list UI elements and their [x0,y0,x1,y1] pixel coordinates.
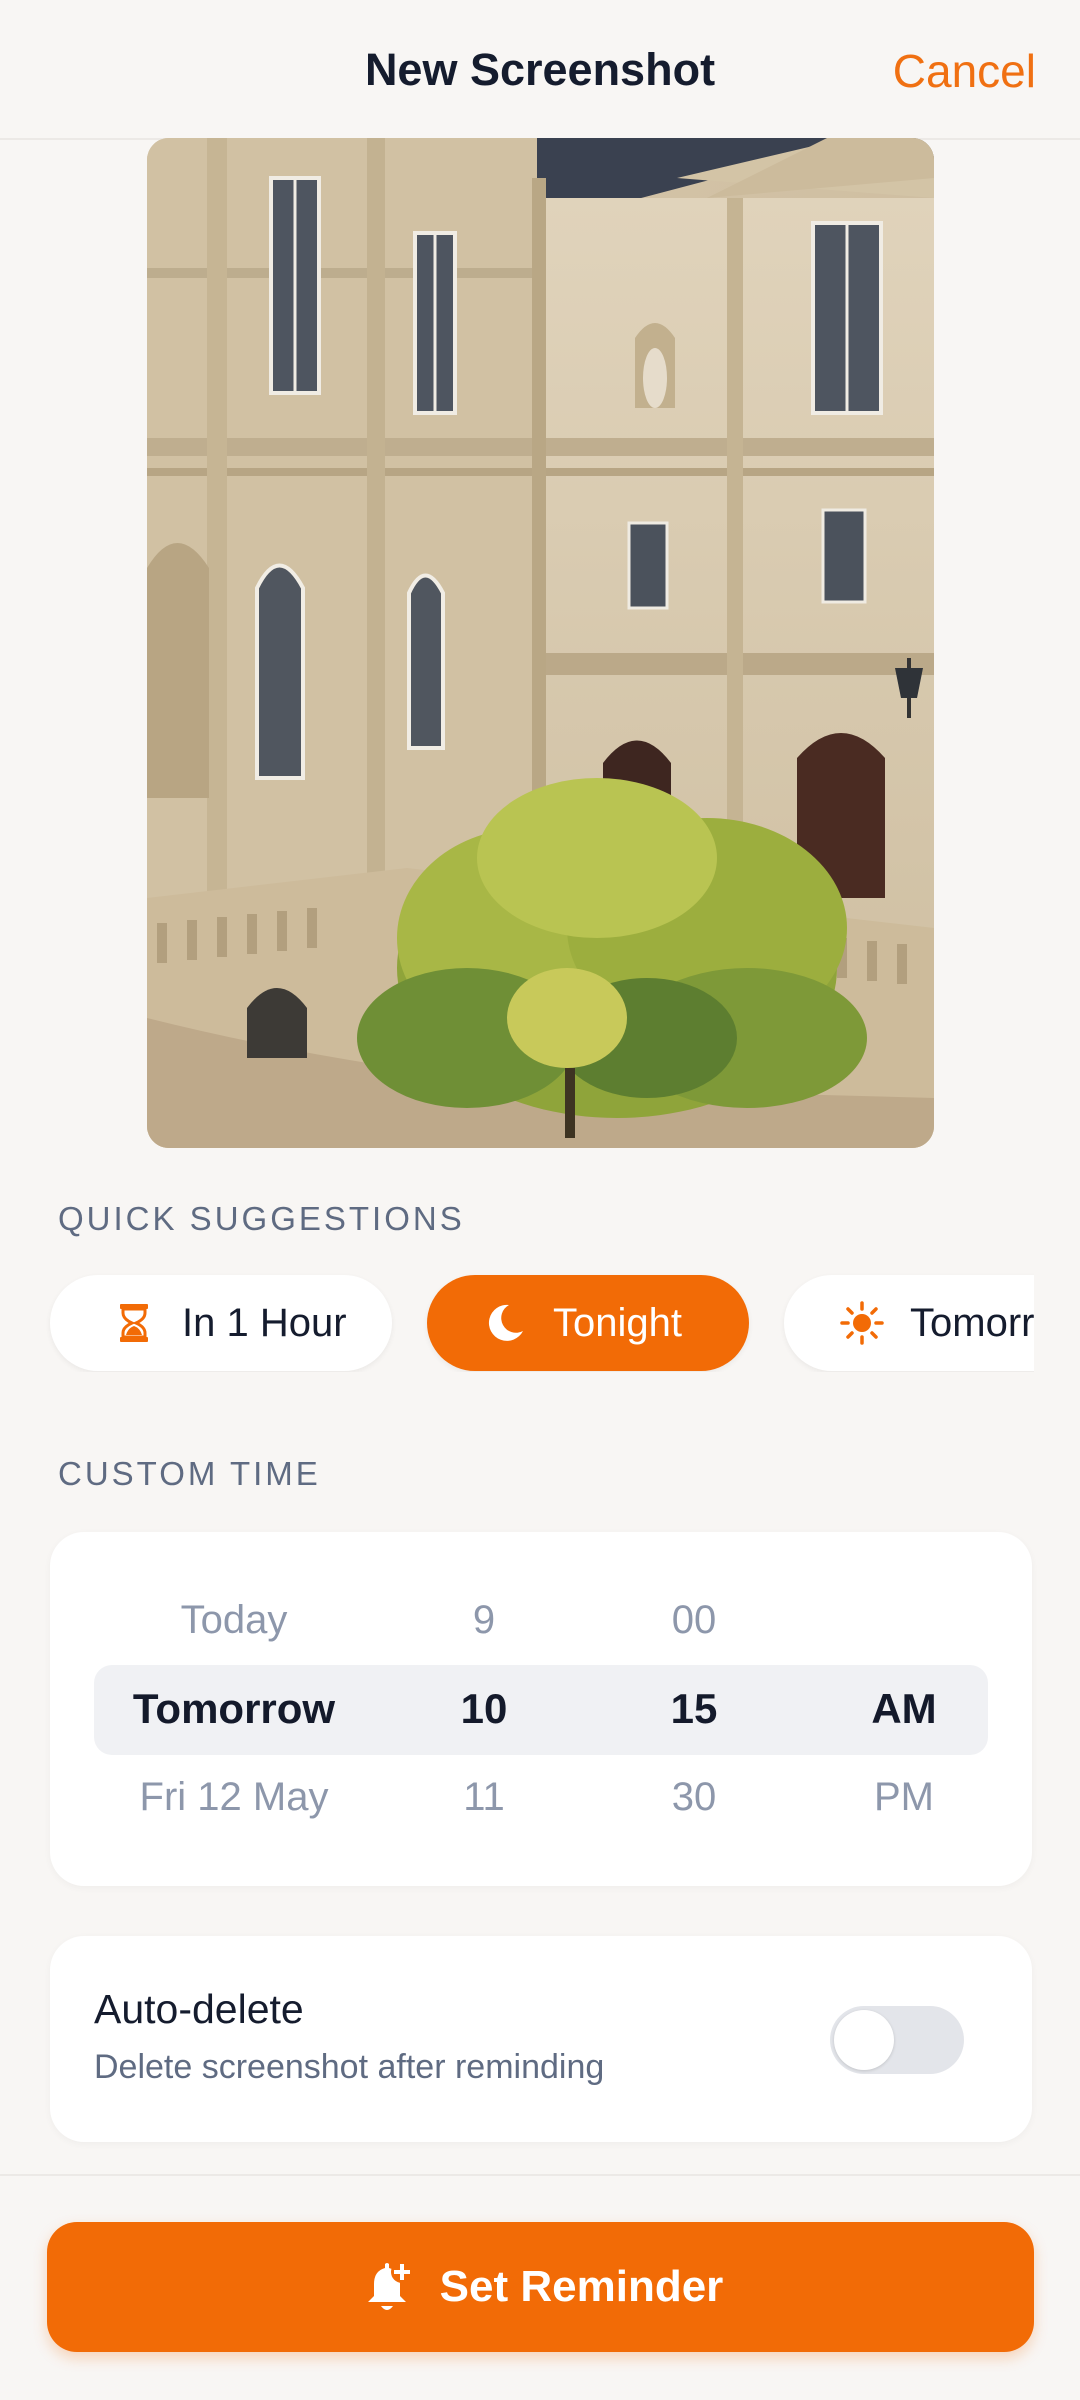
minute-option[interactable]: 30 [614,1775,774,1820]
auto-delete-title: Auto-delete [94,1986,304,2032]
auto-delete-toggle[interactable] [830,2006,964,2074]
quick-suggestions-label: QUICK SUGGESTIONS [58,1200,465,1237]
moon-icon [483,1301,527,1345]
cancel-button[interactable]: Cancel [893,44,1036,98]
chip-label: Tonight [553,1300,682,1345]
chip-label: In 1 Hour [182,1300,347,1345]
auto-delete-card: Auto-delete Delete screenshot after remi… [50,1936,1032,2142]
chip-tonight[interactable]: Tonight [427,1275,749,1371]
chip-tomorrow[interactable]: Tomorrow [784,1275,1034,1371]
period-option[interactable]: PM [824,1775,984,1820]
custom-time-label: CUSTOM TIME [58,1455,321,1492]
chip-in-1-hour[interactable]: In 1 Hour [50,1275,392,1371]
bottom-divider [0,2174,1080,2176]
day-wheel[interactable]: Today Tomorrow Fri 12 May [94,1532,374,1886]
minute-option-selected[interactable]: 15 [614,1685,774,1733]
chip-label: Tomorrow [910,1300,1034,1345]
toggle-knob [834,2010,894,2070]
hourglass-icon [112,1301,156,1345]
day-option[interactable]: Today [94,1598,374,1643]
day-option-selected[interactable]: Tomorrow [94,1685,374,1733]
top-bar: New Screenshot Cancel [0,0,1080,140]
set-reminder-label: Set Reminder [439,2262,724,2311]
bell-plus-icon [358,2258,416,2316]
hour-option[interactable]: 9 [404,1598,564,1643]
sun-icon [840,1301,884,1345]
auto-delete-subtitle: Delete screenshot after reminding [94,2048,605,2086]
hour-option-selected[interactable]: 10 [404,1685,564,1733]
minute-wheel[interactable]: 00 15 30 [614,1532,774,1886]
minute-option[interactable]: 00 [614,1598,774,1643]
hour-option[interactable]: 11 [404,1775,564,1820]
period-wheel[interactable]: AM PM [824,1532,984,1886]
hour-wheel[interactable]: 9 10 11 [404,1532,564,1886]
screenshot-preview[interactable] [147,138,934,1148]
time-picker-card: Today Tomorrow Fri 12 May 9 10 11 00 15 … [50,1532,1032,1886]
day-option[interactable]: Fri 12 May [94,1775,374,1820]
quick-suggestions-chips: In 1 Hour Tonight Tomorrow [0,1272,1034,1372]
building-courtyard-image [147,138,934,1148]
set-reminder-button[interactable]: Set Reminder [47,2222,1034,2352]
period-option-selected[interactable]: AM [824,1685,984,1733]
